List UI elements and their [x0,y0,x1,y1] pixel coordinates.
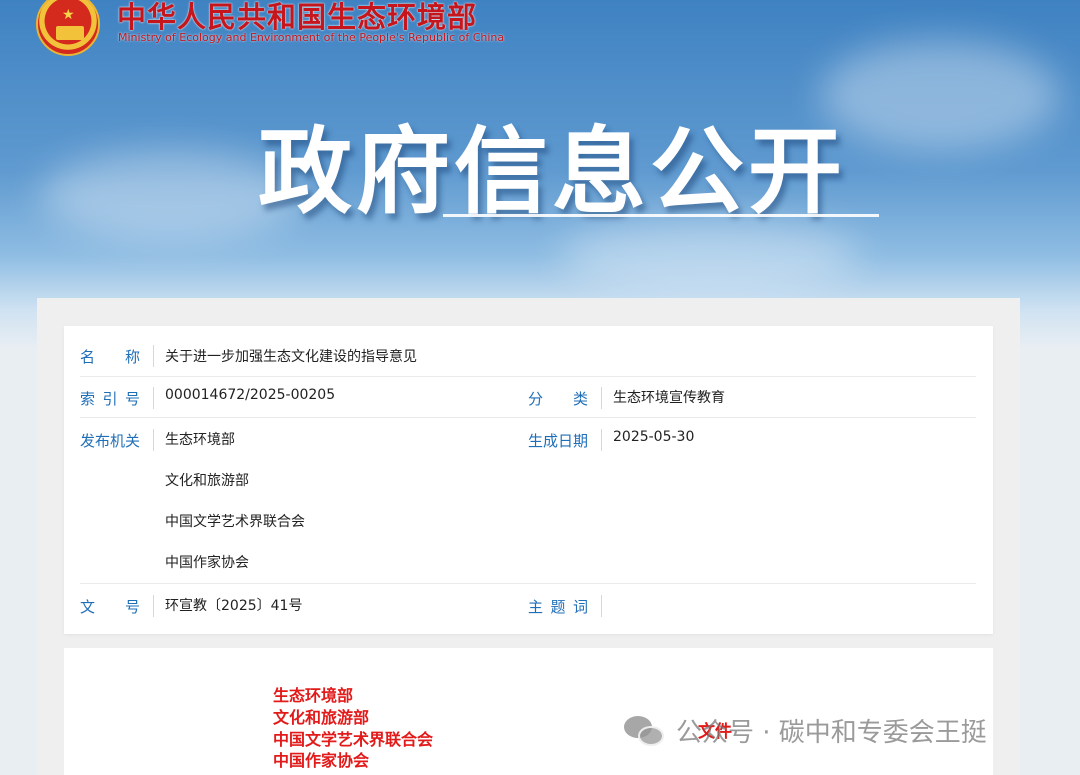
cloud-decoration [820,40,1060,150]
meta-row-index: 索引号 000014672/2025-00205 分 类 生态环境宣传教育 [80,377,976,418]
wechat-watermark: 公众号 · 碳中和专委会王挺 [624,712,987,749]
document-issuer: 生态环境部 [273,686,354,705]
date-value: 2025-05-30 [613,429,695,445]
document-issuer: 中国文学艺术界联合会 [273,730,434,749]
site-header: ★ 中华人民共和国生态环境部 Ministry of Ecology and E… [0,0,1080,298]
docno-label: 文 号 [80,598,141,616]
name-value: 关于进一步加强生态文化建设的指导意见 [165,349,417,365]
watermark-text: 公众号 · 碳中和专委会王挺 [676,718,987,748]
category-label: 分 类 [528,390,589,408]
label-divider [601,429,602,451]
meta-row-docno: 文 号 环宣教〔2025〕41号 主题词 [80,584,976,626]
content-area: 名 称 关于进一步加强生态文化建设的指导意见 索引号 000014672/202… [37,298,1020,775]
issuer-value: 生态环境部 [165,432,235,448]
docno-value: 环宣教〔2025〕41号 [165,598,303,614]
label-divider [153,429,154,451]
label-divider [601,387,602,409]
index-value: 000014672/2025-00205 [165,387,336,403]
label-divider [153,387,154,409]
document-issuer: 文化和旅游部 [273,708,370,727]
banner-underline [443,214,879,217]
index-label: 索引号 [80,390,140,408]
date-label: 生成日期 [528,432,589,450]
keywords-label: 主题词 [528,598,588,616]
national-emblem-icon[interactable]: ★ [36,0,100,56]
ministry-name-en[interactable]: Ministry of Ecology and Environment of t… [118,31,504,44]
issuer-value: 文化和旅游部 [165,473,249,489]
issuer-label: 发布机关 [80,432,141,450]
metadata-card: 名 称 关于进一步加强生态文化建设的指导意见 索引号 000014672/202… [64,326,993,634]
banner-title: 政府信息公开 [258,118,847,227]
name-label: 名 称 [80,348,141,366]
meta-row-issuer: 发布机关 生态环境部 文化和旅游部 中国文学艺术界联合会 中国作家协会 生成日期… [80,418,976,584]
issuer-value: 中国文学艺术界联合会 [165,514,305,530]
document-issuer: 中国作家协会 [273,751,370,770]
meta-row-name: 名 称 关于进一步加强生态文化建设的指导意见 [80,336,976,377]
category-value: 生态环境宣传教育 [613,390,725,406]
label-divider [601,595,602,617]
label-divider [153,595,154,617]
wechat-icon [624,714,666,748]
issuer-value: 中国作家协会 [165,555,249,571]
label-divider [153,345,154,367]
